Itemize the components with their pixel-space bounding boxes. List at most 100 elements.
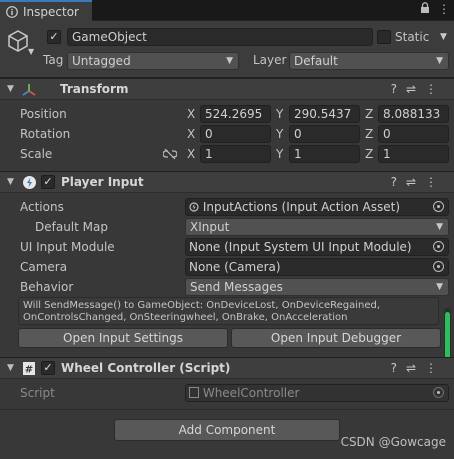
tab-bar: Inspector ⋮ bbox=[0, 0, 454, 21]
script-field: WheelController bbox=[185, 384, 449, 402]
axis-x-label[interactable]: X bbox=[187, 107, 195, 121]
component-enabled-checkbox[interactable]: ✓ bbox=[41, 361, 55, 375]
component-header-icons[interactable]: ?⇌⋮ bbox=[391, 361, 446, 375]
object-picker-icon[interactable] bbox=[433, 241, 444, 252]
chevron-down-icon: ▼ bbox=[436, 222, 443, 232]
scale-y-field[interactable]: 1 bbox=[289, 145, 360, 163]
kebab-menu-icon[interactable]: ⋮ bbox=[438, 2, 450, 16]
camera-field[interactable]: None (Camera) bbox=[185, 258, 449, 276]
add-component-button[interactable]: Add Component bbox=[114, 419, 340, 441]
object-picker-icon bbox=[433, 387, 444, 398]
rotation-label: Rotation bbox=[20, 127, 71, 141]
position-x-field[interactable]: 524.2695 bbox=[200, 105, 271, 123]
presets-icon: ⇌ bbox=[405, 361, 425, 375]
icon-dropdown-caret[interactable]: ▼ bbox=[28, 47, 34, 56]
position-label: Position bbox=[20, 107, 67, 121]
open-input-debugger-button[interactable]: Open Input Debugger bbox=[231, 328, 441, 348]
object-picker-icon[interactable] bbox=[433, 261, 444, 272]
rotation-x-field[interactable]: 0 bbox=[200, 125, 271, 143]
component-header-icons[interactable]: ?⇌⋮ bbox=[391, 82, 446, 96]
presets-icon: ⇌ bbox=[405, 175, 425, 189]
info-icon bbox=[6, 5, 18, 18]
component-menu-icon: ⋮ bbox=[425, 361, 446, 375]
gameobject-cube-icon bbox=[8, 30, 28, 52]
divider bbox=[0, 409, 454, 410]
constrain-proportions-icon[interactable] bbox=[163, 148, 177, 160]
axis-y-label[interactable]: Y bbox=[276, 147, 283, 161]
tag-dropdown[interactable]: Untagged ▼ bbox=[67, 52, 239, 70]
actions-field[interactable]: InputActions (Input Action Asset) bbox=[185, 198, 449, 216]
foldout-arrow-icon[interactable]: ▼ bbox=[7, 84, 14, 94]
default-map-dropdown[interactable]: XInput ▼ bbox=[185, 218, 449, 236]
layer-label: Layer bbox=[253, 53, 287, 67]
active-checkbox[interactable]: ✓ bbox=[47, 30, 61, 44]
component-header-icons[interactable]: ?⇌⋮ bbox=[391, 175, 446, 189]
watermark-text: CSDN @Gowcage bbox=[340, 435, 446, 449]
transform-axes-icon bbox=[22, 84, 36, 96]
gameobject-header: ▼ ✓ GameObject Static ▼ Tag Untagged ▼ L… bbox=[0, 21, 454, 78]
rotation-y-field[interactable]: 0 bbox=[289, 125, 360, 143]
script-file-icon: # bbox=[23, 362, 35, 376]
chevron-down-icon: ▼ bbox=[436, 282, 443, 292]
rotation-z-field[interactable]: 0 bbox=[378, 125, 449, 143]
layer-dropdown[interactable]: Default ▼ bbox=[289, 52, 449, 70]
player-input-icon bbox=[23, 176, 36, 189]
axis-z-label[interactable]: Z bbox=[365, 127, 373, 141]
help-line-1: Will SendMessage() to GameObject: OnDevi… bbox=[23, 300, 381, 311]
open-input-settings-button[interactable]: Open Input Settings bbox=[18, 328, 228, 348]
scale-x-field[interactable]: 1 bbox=[200, 145, 271, 163]
behavior-dropdown[interactable]: Send Messages ▼ bbox=[185, 278, 449, 296]
layer-value: Default bbox=[294, 54, 338, 68]
component-enabled-checkbox[interactable]: ✓ bbox=[41, 175, 55, 189]
scale-z-field[interactable]: 1 bbox=[378, 145, 449, 163]
position-z-field[interactable]: 8.088133 bbox=[378, 105, 449, 123]
chevron-down-icon: ▼ bbox=[436, 56, 443, 66]
wheel-controller-header[interactable]: ▼ # ✓ Wheel Controller (Script) ?⇌⋮ bbox=[0, 357, 454, 379]
component-title: Transform bbox=[60, 82, 129, 96]
ui-input-module-label: UI Input Module bbox=[20, 240, 115, 254]
default-map-label: Default Map bbox=[35, 220, 108, 234]
presets-icon: ⇌ bbox=[405, 82, 425, 96]
chevron-down-icon: ▼ bbox=[226, 56, 233, 66]
tab-inspector[interactable]: Inspector bbox=[0, 0, 92, 21]
behavior-value: Send Messages bbox=[190, 280, 283, 294]
axis-y-label[interactable]: Y bbox=[276, 107, 283, 121]
help-icon: ? bbox=[390, 175, 406, 189]
camera-value: None (Camera) bbox=[189, 260, 281, 274]
axis-y-label[interactable]: Y bbox=[276, 127, 283, 141]
ui-input-module-field[interactable]: None (Input System UI Input Module) bbox=[185, 238, 449, 256]
static-checkbox[interactable] bbox=[377, 30, 391, 44]
behavior-label: Behavior bbox=[20, 280, 74, 294]
tag-value: Untagged bbox=[72, 54, 131, 68]
component-menu-icon: ⋮ bbox=[425, 82, 446, 96]
axis-x-label[interactable]: X bbox=[187, 147, 195, 161]
behavior-help-box: Will SendMessage() to GameObject: OnDevi… bbox=[18, 297, 439, 325]
component-title: Player Input bbox=[61, 175, 144, 189]
scale-label: Scale bbox=[20, 147, 53, 161]
component-menu-icon: ⋮ bbox=[425, 175, 446, 189]
static-label: Static bbox=[395, 30, 430, 44]
script-value: WheelController bbox=[202, 386, 300, 400]
axis-z-label[interactable]: Z bbox=[365, 107, 373, 121]
help-line-2: OnControlsChanged, OnSteeringwheel, OnBr… bbox=[23, 312, 348, 323]
component-title: Wheel Controller (Script) bbox=[61, 361, 231, 375]
object-picker-icon[interactable] bbox=[433, 201, 444, 212]
axis-x-label[interactable]: X bbox=[187, 127, 195, 141]
gameobject-name-field[interactable]: GameObject bbox=[67, 28, 373, 46]
script-asset-icon bbox=[189, 387, 199, 398]
lock-icon[interactable] bbox=[420, 2, 430, 17]
foldout-arrow-icon[interactable]: ▼ bbox=[7, 177, 14, 187]
default-map-value: XInput bbox=[190, 220, 230, 234]
transform-header[interactable]: ▼ Transform ?⇌⋮ bbox=[0, 78, 454, 100]
tab-label: Inspector bbox=[23, 4, 79, 19]
axis-z-label[interactable]: Z bbox=[365, 147, 373, 161]
static-dropdown-caret[interactable]: ▼ bbox=[440, 32, 447, 42]
script-label: Script bbox=[20, 386, 55, 400]
position-y-field[interactable]: 290.5437 bbox=[289, 105, 360, 123]
foldout-arrow-icon[interactable]: ▼ bbox=[7, 363, 14, 373]
player-input-header[interactable]: ▼ ✓ Player Input ?⇌⋮ bbox=[0, 171, 454, 193]
input-action-asset-icon bbox=[189, 202, 199, 212]
ui-input-module-value: None (Input System UI Input Module) bbox=[189, 240, 412, 254]
help-icon: ? bbox=[390, 82, 406, 96]
camera-label: Camera bbox=[20, 260, 68, 274]
